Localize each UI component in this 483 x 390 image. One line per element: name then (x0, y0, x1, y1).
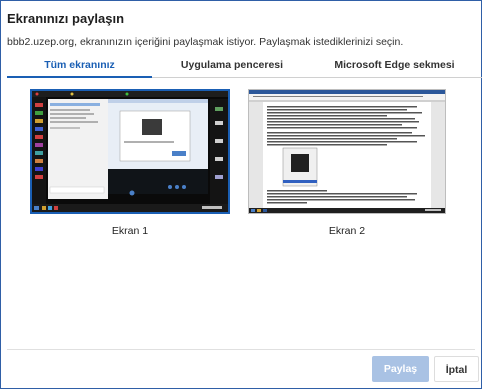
screen-list: Ekran 1 Ekran 2 (7, 79, 482, 349)
dialog-subtitle: bbb2.uzep.org, ekranınızın içeriğini pay… (7, 36, 404, 48)
tab-edge-tab[interactable]: Microsoft Edge sekmesi (307, 54, 482, 76)
dialog-title: Ekranınızı paylaşın (7, 11, 125, 26)
footer-divider (7, 349, 475, 350)
tab-application-window[interactable]: Uygulama penceresi (157, 54, 307, 76)
cancel-button[interactable]: İptal (434, 356, 479, 382)
screen-2-label: Ekran 2 (328, 225, 366, 237)
share-button[interactable]: Paylaş (372, 356, 429, 382)
share-source-tabs: Tüm ekranınız Uygulama penceresi Microso… (7, 54, 482, 78)
screen-1-label: Ekran 1 (111, 225, 149, 237)
screen-1-thumbnail (30, 89, 230, 214)
screen-option-1[interactable]: Ekran 1 (30, 89, 230, 237)
screen-option-2[interactable]: Ekran 2 (248, 89, 448, 237)
screen-2-thumbnail (248, 89, 446, 214)
tab-entire-screen[interactable]: Tüm ekranınız (7, 54, 152, 78)
share-screen-dialog: Ekranınızı paylaşın bbb2.uzep.org, ekran… (0, 0, 482, 389)
